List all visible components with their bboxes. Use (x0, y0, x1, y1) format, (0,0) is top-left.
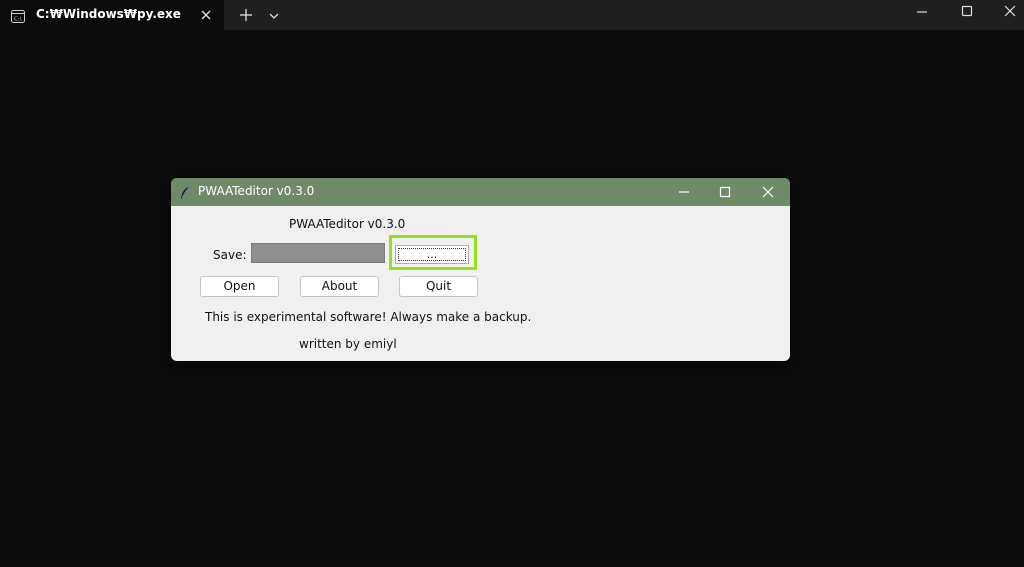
quit-button[interactable]: Quit (399, 276, 478, 297)
open-button[interactable]: Open (200, 276, 279, 297)
warning-text: This is experimental software! Always ma… (205, 310, 532, 324)
plus-icon[interactable] (238, 7, 254, 23)
dialog-close-icon[interactable] (760, 184, 776, 200)
tab-title: C:₩Windows₩py.exe (36, 7, 181, 21)
dialog-window-title: PWAATeditor v0.3.0 (198, 184, 315, 198)
browse-button[interactable]: ... (395, 245, 469, 264)
feather-icon (179, 185, 191, 199)
terminal-tab[interactable]: C:\ C:₩Windows₩py.exe (0, 0, 224, 30)
svg-text:C:\: C:\ (14, 17, 22, 23)
save-label: Save: (213, 248, 247, 262)
about-button[interactable]: About (300, 276, 379, 297)
terminal-titlebar: C:\ C:₩Windows₩py.exe (0, 0, 1024, 30)
author-text: written by emiyl (299, 337, 397, 351)
minimize-icon[interactable] (910, 3, 934, 21)
dialog-maximize-icon[interactable] (717, 184, 733, 200)
pwaateditor-dialog: PWAATeditor v0.3.0 PWAATeditor v0.3.0 Sa… (171, 178, 790, 361)
dialog-minimize-icon[interactable] (676, 184, 692, 200)
dialog-titlebar[interactable]: PWAATeditor v0.3.0 (171, 178, 790, 206)
chevron-down-icon[interactable] (267, 8, 281, 22)
window-close-icon[interactable] (998, 3, 1022, 21)
close-icon[interactable] (198, 7, 214, 23)
terminal-icon: C:\ (11, 8, 25, 23)
app-heading: PWAATeditor v0.3.0 (289, 217, 406, 231)
save-path-field[interactable] (251, 243, 385, 263)
maximize-icon[interactable] (955, 3, 979, 21)
